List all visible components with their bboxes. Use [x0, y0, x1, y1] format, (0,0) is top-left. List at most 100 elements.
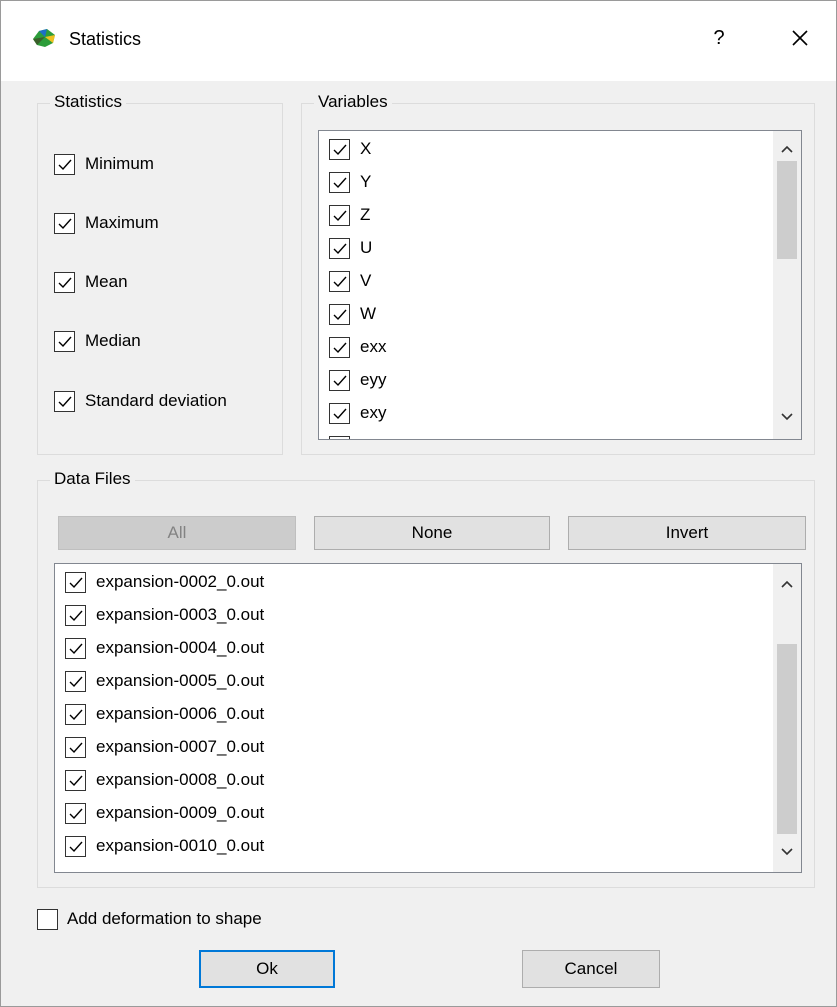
checkbox[interactable] [329, 303, 350, 325]
variable-label: exx [360, 337, 387, 356]
chevron-up-icon[interactable] [773, 135, 801, 163]
list-item[interactable]: Z [329, 199, 370, 231]
list-item[interactable]: X [329, 133, 371, 165]
variable-label: Z [360, 205, 371, 224]
select-all-button[interactable]: All [58, 516, 296, 550]
variables-list[interactable]: X Y Z U V W exx eyy exy [318, 130, 802, 440]
checkbox[interactable] [65, 637, 86, 659]
list-item[interactable]: Y [329, 166, 371, 198]
ok-button[interactable]: Ok [199, 950, 335, 988]
checkbox[interactable] [329, 138, 350, 160]
file-label: expansion-0009_0.out [96, 803, 265, 822]
list-item[interactable]: U [329, 232, 372, 264]
scroll-thumb[interactable] [777, 161, 797, 259]
list-item[interactable]: expansion-0010_0.out [65, 830, 264, 862]
variable-label: eyy [360, 370, 387, 389]
app-logo-icon [33, 29, 55, 47]
data-files-scrollbar[interactable] [773, 564, 801, 872]
checkbox[interactable] [329, 369, 350, 391]
cancel-button[interactable]: Cancel [522, 950, 660, 988]
file-label: expansion-0005_0.out [96, 671, 265, 690]
stat-mean[interactable]: Mean [54, 270, 128, 294]
stat-standard-deviation[interactable]: Standard deviation [54, 389, 227, 413]
checkbox[interactable] [65, 703, 86, 725]
list-item[interactable]: expansion-0003_0.out [65, 599, 264, 631]
checkbox[interactable] [54, 212, 75, 234]
chevron-down-icon[interactable] [773, 838, 801, 866]
statistics-group-title: Statistics [50, 92, 127, 112]
checkbox[interactable] [54, 390, 75, 412]
list-item[interactable]: V [329, 265, 371, 297]
invert-selection-button[interactable]: Invert [568, 516, 806, 550]
stat-label: Minimum [85, 154, 154, 173]
checkbox[interactable] [54, 330, 75, 352]
checkbox[interactable] [65, 769, 86, 791]
stat-minimum[interactable]: Minimum [54, 152, 154, 176]
checkbox[interactable] [329, 171, 350, 193]
checkbox[interactable] [65, 571, 86, 593]
list-item-partial[interactable] [329, 430, 350, 439]
select-none-button[interactable]: None [314, 516, 550, 550]
statistics-group: Statistics Minimum Maximum Mean Median S… [37, 92, 283, 455]
data-files-group: Data Files All None Invert expansion-000… [37, 469, 815, 888]
add-deformation-option[interactable]: Add deformation to shape [37, 907, 262, 931]
checkbox[interactable] [65, 670, 86, 692]
variables-group: Variables X Y Z U V W exx eyy exy [301, 92, 815, 455]
scroll-thumb[interactable] [777, 644, 797, 834]
data-files-list[interactable]: expansion-0002_0.out expansion-0003_0.ou… [54, 563, 802, 873]
checkbox[interactable] [65, 802, 86, 824]
stat-label: Mean [85, 272, 128, 291]
variable-label: X [360, 139, 372, 158]
list-item[interactable]: exx [329, 331, 386, 363]
statistics-dialog: Statistics ? Statistics Minimum Maximum … [0, 0, 837, 1007]
variable-label: exy [360, 403, 387, 422]
checkbox[interactable] [65, 835, 86, 857]
checkbox[interactable] [54, 271, 75, 293]
list-item[interactable]: expansion-0006_0.out [65, 698, 264, 730]
list-item[interactable]: expansion-0004_0.out [65, 632, 264, 664]
stat-median[interactable]: Median [54, 329, 141, 353]
checkbox[interactable] [329, 270, 350, 292]
list-item[interactable]: expansion-0002_0.out [65, 566, 264, 598]
file-label: expansion-0002_0.out [96, 572, 265, 591]
checkbox[interactable] [65, 736, 86, 758]
file-label: expansion-0008_0.out [96, 770, 265, 789]
variables-group-title: Variables [314, 92, 392, 112]
list-item[interactable]: expansion-0008_0.out [65, 764, 264, 796]
file-label: expansion-0003_0.out [96, 605, 265, 624]
checkbox[interactable] [329, 402, 350, 424]
file-label: expansion-0010_0.out [96, 836, 265, 855]
stat-label: Median [85, 331, 141, 350]
stat-label: Standard deviation [85, 391, 227, 410]
list-item[interactable]: eyy [329, 364, 386, 396]
list-item[interactable]: expansion-0007_0.out [65, 731, 264, 763]
chevron-up-icon[interactable] [773, 570, 801, 598]
list-item[interactable]: expansion-0005_0.out [65, 665, 264, 697]
file-label: expansion-0006_0.out [96, 704, 265, 723]
window-title: Statistics [69, 29, 142, 49]
checkbox[interactable] [329, 204, 350, 226]
checkbox[interactable] [54, 153, 75, 175]
file-label: expansion-0007_0.out [96, 737, 265, 756]
checkbox[interactable] [65, 604, 86, 626]
file-label: expansion-0004_0.out [96, 638, 265, 657]
stat-label: Maximum [85, 213, 159, 232]
close-icon[interactable] [783, 21, 817, 55]
list-item[interactable]: exy [329, 397, 386, 429]
help-button[interactable]: ? [705, 23, 733, 53]
title-bar: Statistics ? [1, 1, 836, 81]
checkbox[interactable] [329, 336, 350, 358]
checkbox[interactable] [329, 237, 350, 259]
add-deformation-label: Add deformation to shape [67, 909, 262, 928]
variables-scrollbar[interactable] [773, 131, 801, 439]
variable-label: W [360, 304, 377, 323]
variable-label: Y [360, 172, 372, 191]
add-deformation-checkbox[interactable] [37, 908, 58, 930]
list-item[interactable]: expansion-0009_0.out [65, 797, 264, 829]
stat-maximum[interactable]: Maximum [54, 211, 159, 235]
list-item[interactable]: W [329, 298, 376, 330]
chevron-down-icon[interactable] [773, 403, 801, 431]
checkbox[interactable] [329, 435, 350, 439]
variable-label: U [360, 238, 373, 257]
variable-label: V [360, 271, 372, 290]
